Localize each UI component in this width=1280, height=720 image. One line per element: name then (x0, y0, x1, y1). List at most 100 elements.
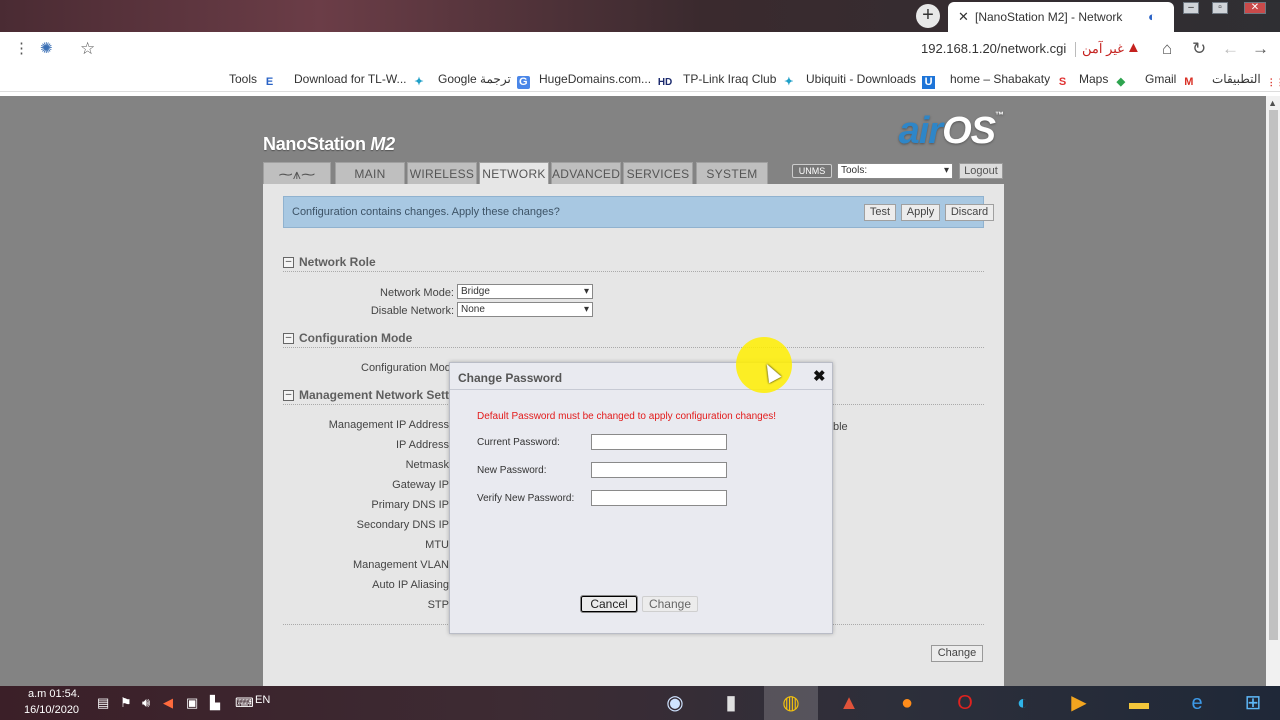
edge-icon: E (265, 76, 274, 88)
device-name: NanoStation (263, 134, 366, 154)
bookmark-shabakaty[interactable]: home – Shabakaty S (950, 71, 1069, 88)
auto-ip-aliasing-label: Auto IP Aliasing (372, 579, 449, 591)
tab-network[interactable]: NETWORK (479, 162, 549, 184)
disable-network-label: Disable Network: (370, 305, 454, 317)
taskbar-app-media-icon[interactable]: ◉ (648, 686, 702, 720)
taskbar-ie-icon[interactable]: e (1170, 686, 1224, 720)
taskbar-app-phone-icon[interactable]: ▮ (704, 686, 758, 720)
tools-select[interactable]: Tools: ▾ (837, 163, 953, 179)
management-ip-label: Management IP Address (328, 419, 449, 431)
unms-badge[interactable]: UNMS (792, 164, 832, 178)
bookmark-apps[interactable]: التطبيقات ⋮⋮ (1212, 71, 1280, 87)
not-secure-label[interactable]: غير آمن (1082, 41, 1124, 57)
language-indicator[interactable]: EN (255, 694, 270, 706)
tab-wireless[interactable]: WIRELESS (407, 162, 477, 184)
shabakaty-icon: S (1058, 76, 1067, 88)
stp-label: STP (427, 599, 449, 611)
current-password-input[interactable] (591, 434, 727, 450)
volume-icon[interactable]: 🔊︎ (142, 695, 150, 711)
taskbar-opera-icon[interactable]: O (938, 686, 992, 720)
clock-time[interactable]: a.m 01:54. (28, 688, 80, 700)
bookmark-label: Gmail (1145, 72, 1177, 86)
window-close-icon[interactable]: ✕ (1244, 2, 1266, 14)
bookmark-google-translate[interactable]: Google ترجمة G (438, 71, 530, 89)
apply-button[interactable]: Apply (901, 204, 940, 221)
new-password-input[interactable] (591, 462, 727, 478)
bookmark-star-icon[interactable]: ☆ (80, 39, 95, 59)
translate-icon: G (516, 76, 530, 89)
bookmark-tplink-iraq[interactable]: TP-Link Iraq Club ✦ (683, 71, 795, 88)
bookmark-label: HugeDomains.com... (539, 72, 652, 86)
collapse-icon[interactable]: – (283, 390, 294, 401)
change-button[interactable]: Change (642, 596, 698, 612)
bookmark-label: Download for TL-W... (294, 72, 407, 86)
airos-logo-tm: ™ (995, 110, 1004, 120)
network-mode-value: Bridge (461, 286, 490, 297)
test-button[interactable]: Test (864, 204, 896, 221)
page-scrollbar[interactable]: ▲ (1266, 96, 1280, 686)
collapse-icon[interactable]: – (283, 257, 294, 268)
taskbar-paint-icon[interactable]: ▲ (822, 686, 876, 720)
menu-dots-icon[interactable]: ⋮ (14, 39, 29, 59)
network-alert-icon[interactable]: ◀ (163, 695, 173, 711)
clock-date[interactable]: 16/10/2020 (24, 704, 79, 716)
device-icon[interactable]: ▣ (186, 695, 198, 711)
minimize-icon[interactable]: – (1183, 2, 1199, 14)
page-change-button[interactable]: Change (931, 645, 983, 662)
keyboard-icon[interactable]: ⌨︎ (235, 695, 254, 711)
tab-system[interactable]: SYSTEM (696, 162, 768, 184)
url-separator (1075, 42, 1076, 57)
device-model: M2 (370, 134, 395, 154)
taskbar-player-icon[interactable]: ▶ (1052, 686, 1106, 720)
logout-button[interactable]: Logout (959, 163, 1003, 179)
bookmark-hugedomains[interactable]: HugeDomains.com... HD (539, 71, 673, 88)
collapse-icon[interactable]: – (283, 333, 294, 344)
tab-main[interactable]: MAIN (335, 162, 405, 184)
tab-close-icon[interactable]: ✕ (958, 9, 969, 25)
primary-dns-label: Primary DNS IP (371, 499, 449, 511)
usb-icon[interactable]: ▙ (210, 695, 220, 711)
discard-button[interactable]: Discard (945, 204, 994, 221)
start-button-icon[interactable]: ⊞ (1226, 686, 1280, 720)
extension-icon[interactable]: ✺ (40, 39, 53, 59)
tab-advanced[interactable]: ADVANCED (551, 162, 621, 184)
gateway-ip-label: Gateway IP (392, 479, 449, 491)
bookmark-tools[interactable]: Tools E (229, 71, 276, 88)
warning-icon[interactable]: ▲ (1126, 39, 1141, 56)
bookmark-maps[interactable]: Maps ◆ (1079, 71, 1127, 88)
url-text[interactable]: 192.168.1.20/network.cgi (921, 41, 1066, 56)
bookmark-gmail[interactable]: Gmail M (1145, 71, 1195, 88)
chevron-down-icon: ▾ (943, 165, 949, 176)
close-icon[interactable]: ✖ (813, 367, 826, 385)
flag-icon[interactable]: ⚑ (120, 695, 132, 711)
section-network-role: – Network Role (283, 255, 984, 272)
disable-network-value: None (461, 304, 485, 315)
new-tab-button[interactable]: + (916, 4, 940, 28)
bookmark-download-tlw[interactable]: Download for TL-W... ✦ (294, 71, 426, 88)
tab-services[interactable]: SERVICES (623, 162, 693, 184)
taskbar-chrome-icon[interactable]: ◍ (764, 686, 818, 720)
disable-network-select[interactable]: None ▾ (457, 302, 593, 317)
section-title: Management Network Settin (299, 388, 460, 402)
reload-icon[interactable]: ↻ (1192, 39, 1206, 59)
browser-tab-active[interactable]: ✕ [NanoStation M2] - Network ◐ (948, 2, 1174, 32)
tab-ubiquiti-logo[interactable]: ⁓⩚⁓ (263, 162, 331, 184)
taskbar-edge-icon[interactable]: ◐ (996, 686, 1050, 720)
bookmark-ubiquiti-downloads[interactable]: Ubiquiti - Downloads U (806, 71, 936, 89)
back-icon[interactable]: → (1252, 39, 1269, 59)
section-title: Network Role (299, 255, 376, 269)
taskbar-firefox-icon[interactable]: ● (880, 686, 934, 720)
airos-logo-os: OS (942, 110, 996, 152)
maximize-icon[interactable]: ▫ (1212, 2, 1228, 14)
action-center-icon[interactable]: ▤ (97, 695, 109, 711)
scroll-up-icon[interactable]: ▲ (1268, 98, 1277, 108)
password-error-message: Default Password must be changed to appl… (477, 411, 777, 422)
cancel-button[interactable]: Cancel (580, 595, 638, 613)
scrollbar-thumb[interactable] (1269, 110, 1278, 640)
taskbar-explorer-icon[interactable]: ▬ (1112, 686, 1166, 720)
pending-changes-notice: Configuration contains changes. Apply th… (283, 196, 994, 228)
network-mode-select[interactable]: Bridge ▾ (457, 284, 593, 299)
verify-password-input[interactable] (591, 490, 727, 506)
home-icon[interactable]: ⌂ (1162, 39, 1172, 59)
forward-icon[interactable]: ← (1222, 39, 1239, 59)
